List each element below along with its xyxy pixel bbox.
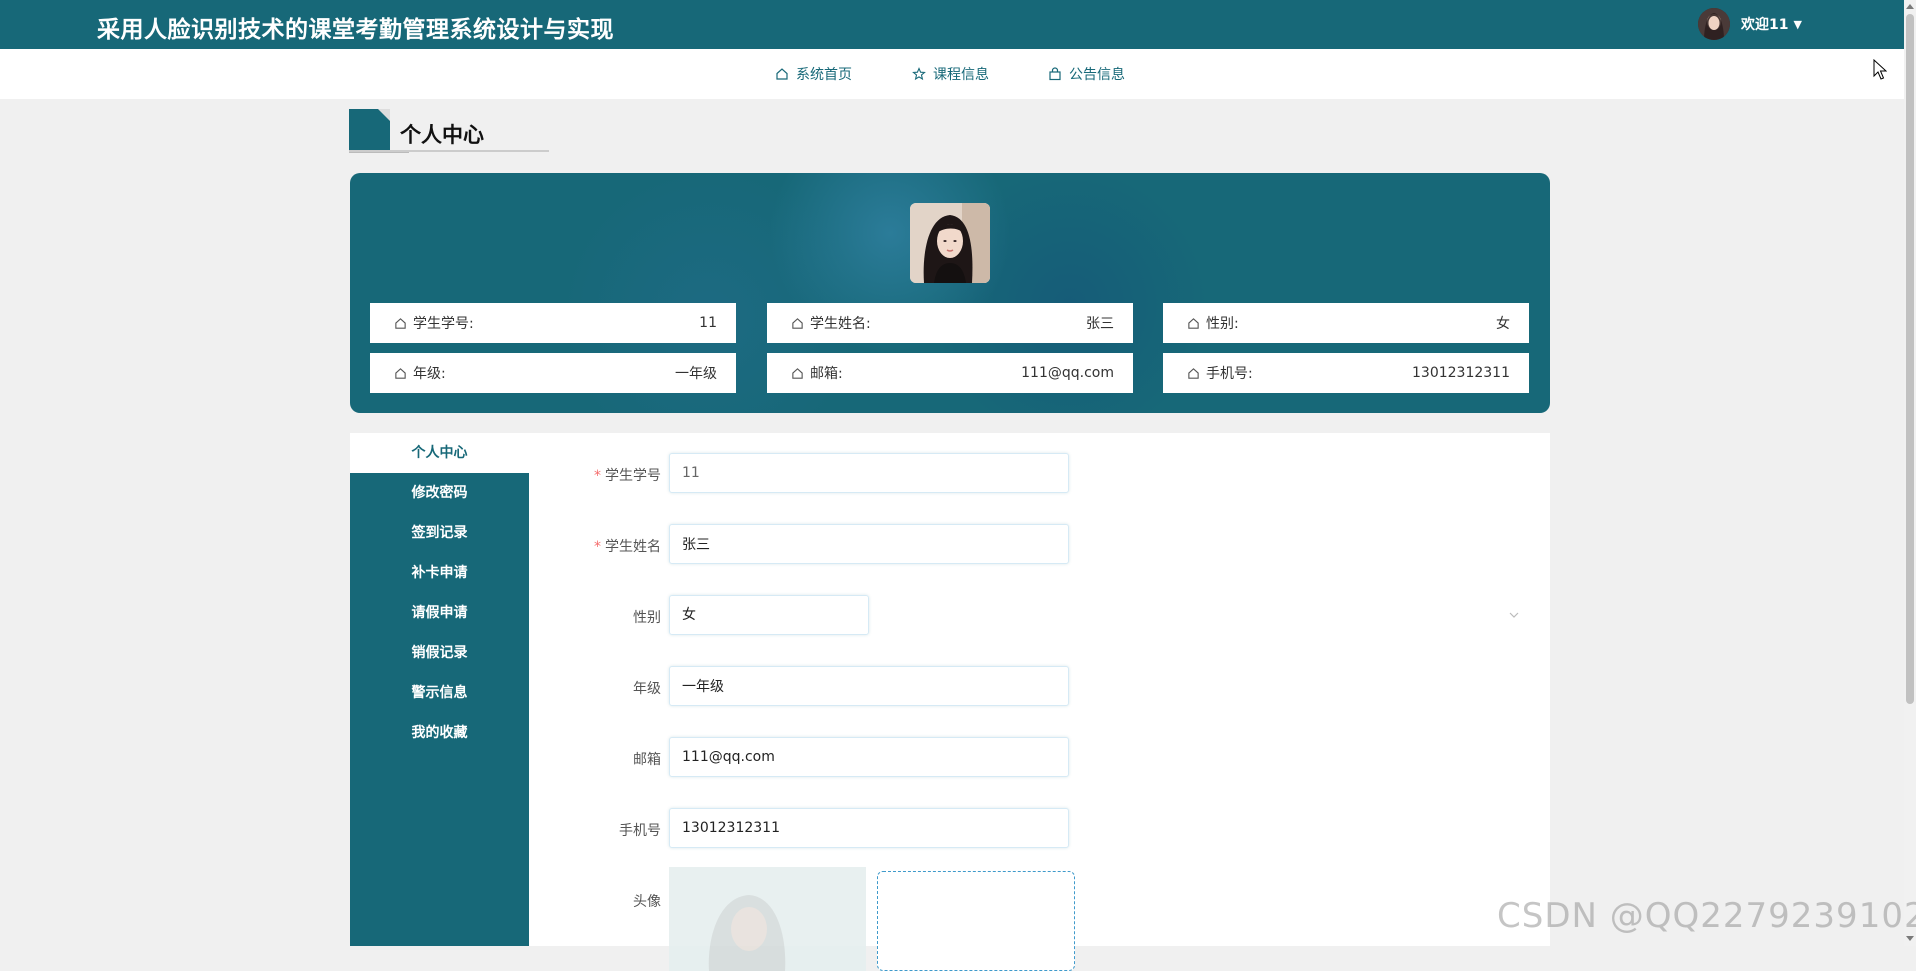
form-row-student-id: * 学生学号 [529,453,1550,497]
info-label: 邮箱: [810,366,843,382]
sidebar-item-makeup-request[interactable]: 补卡申请 [350,553,529,593]
form-row-student-name: * 学生姓名 [529,524,1550,568]
avatar-preview-image [669,867,866,971]
sidebar-item-leave-cancel-records[interactable]: 销假记录 [350,633,529,673]
profile-avatar [910,203,990,283]
field-label: 手机号 [619,823,661,839]
home-icon [776,68,788,80]
form-row-email: 邮箱 [529,737,1550,781]
info-card-student-name: 学生姓名: 张三 [767,303,1133,343]
home-icon [791,367,804,380]
info-value: 13012312311 [1412,365,1510,381]
required-mark: * [594,468,601,484]
scroll-up-arrow-icon[interactable] [1906,4,1914,9]
page-scrollbar[interactable] [1904,0,1916,946]
sidebar-item-warning-info[interactable]: 警示信息 [350,673,529,713]
field-label: * 学生姓名 [594,539,661,555]
sidebar-item-my-favorites[interactable]: 我的收藏 [350,713,529,753]
nav-label: 系统首页 [796,67,852,83]
sidebar-item-change-password[interactable]: 修改密码 [350,473,529,513]
info-value: 11 [699,315,717,331]
info-label: 手机号: [1206,366,1253,382]
form-row-grade: 年级 [529,666,1550,710]
field-label: 头像 [633,894,661,910]
welcome-text[interactable]: 欢迎11 [1741,14,1788,34]
info-card-gender: 性别: 女 [1163,303,1529,343]
gender-select[interactable]: 女 [669,595,869,635]
star-icon [912,67,926,81]
home-icon [394,367,407,380]
info-card-email: 邮箱: 111@qq.com [767,353,1133,393]
info-value: 一年级 [675,366,717,382]
field-label: * 学生学号 [594,468,661,484]
email-input[interactable] [669,737,1069,777]
home-icon [394,317,407,330]
watermark: CSDN @QQ2279239102 [1497,896,1916,936]
info-label: 学生学号: [413,316,474,332]
sidebar-item-leave-request[interactable]: 请假申请 [350,593,529,633]
sidebar-menu: 个人中心 修改密码 签到记录 补卡申请 请假申请 销假记录 警示信息 我的收藏 [350,433,529,946]
nav-item-home[interactable]: 系统首页 [775,49,852,99]
field-label: 邮箱 [633,752,661,768]
info-label: 学生姓名: [810,316,871,332]
bag-icon [1049,67,1061,81]
sidebar-item-checkin-records[interactable]: 签到记录 [350,513,529,553]
avatar-upload-box[interactable] [877,871,1075,971]
info-label: 性别: [1206,316,1239,332]
scroll-down-arrow-icon[interactable] [1906,936,1914,941]
profile-banner: 学生学号: 11 学生姓名: 张三 性别: 女 年级: 一年级 邮箱: 111@… [350,173,1550,413]
profile-form: *学生学号 *学生姓名 性别 女 年级 邮箱 手机号 头像 [529,433,1550,971]
form-row-avatar: 头像 [529,867,1550,971]
nav-label: 课程信息 [933,67,989,83]
info-value: 女 [1496,316,1510,332]
info-card-phone: 手机号: 13012312311 [1163,353,1529,393]
home-icon [791,317,804,330]
sidebar-item-personal-center[interactable]: 个人中心 [350,433,529,473]
phone-input[interactable] [669,808,1069,848]
info-label: 年级: [413,366,446,382]
info-value: 张三 [1086,316,1114,332]
home-icon [1187,317,1200,330]
scroll-thumb[interactable] [1906,14,1914,704]
info-value: 111@qq.com [1021,365,1114,381]
info-card-student-id: 学生学号: 11 [370,303,736,343]
chevron-down-icon[interactable] [1508,609,1520,621]
title-underline-accent [349,152,409,153]
form-row-gender: 性别 女 [529,595,1550,639]
top-header: 采用人脸识别技术的课堂考勤管理系统设计与实现 欢迎11 ▼ [0,0,1904,49]
nav-label: 公告信息 [1069,67,1125,83]
section-flag-icon [349,109,390,150]
nav-item-courses[interactable]: 课程信息 [912,49,989,99]
page-title: 个人中心 [400,123,484,147]
info-card-grade: 年级: 一年级 [370,353,736,393]
grade-input[interactable] [669,666,1069,706]
field-label: 年级 [633,681,661,697]
home-icon [1187,367,1200,380]
student-name-input[interactable] [669,524,1069,564]
required-mark: * [594,539,601,555]
form-row-phone: 手机号 [529,808,1550,852]
mouse-cursor-icon [1873,59,1887,80]
user-menu[interactable]: 欢迎11 ▼ [1698,7,1802,41]
app-title: 采用人脸识别技术的课堂考勤管理系统设计与实现 [97,17,614,43]
nav-item-notices[interactable]: 公告信息 [1048,49,1125,99]
caret-down-icon[interactable]: ▼ [1793,18,1801,31]
user-avatar[interactable] [1698,8,1730,40]
main-nav: 系统首页 课程信息 公告信息 [0,49,1904,99]
field-label: 性别 [633,610,661,626]
student-id-input[interactable] [669,453,1069,493]
